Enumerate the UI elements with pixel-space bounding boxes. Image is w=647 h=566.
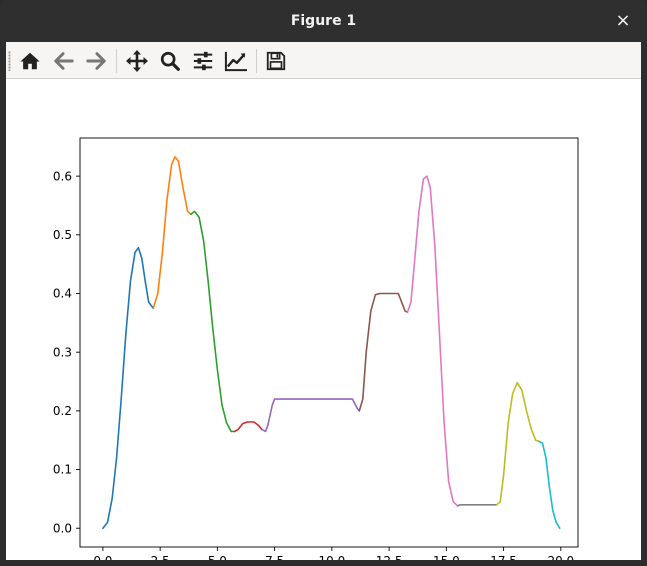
plot-area[interactable]: 0.0 2.5 5.0 7.5 10.0 12.5 15.0 17.5 20.0 0.0 0.1 0.… <box>6 79 641 566</box>
toolbar-separator <box>256 49 257 73</box>
edit-axis-icon <box>224 51 247 72</box>
figure-canvas-container: 0.0 2.5 5.0 7.5 10.0 12.5 15.0 17.5 20.0 0.0 0.1 0.… <box>6 42 641 566</box>
x-tick-label: 7.5 <box>265 554 284 560</box>
x-tick-label: 12.5 <box>376 554 403 560</box>
y-tick-label: 0.4 <box>53 287 72 301</box>
forward-arrow-icon <box>86 52 106 70</box>
series-line-2 <box>152 156 192 309</box>
series-line-9 <box>495 381 540 506</box>
toolbar-grip-handle[interactable] <box>8 51 11 71</box>
edit-axis-button[interactable] <box>222 47 250 75</box>
x-tick-label: 20.0 <box>547 554 574 560</box>
title-bar[interactable]: Figure 1 × <box>0 0 647 42</box>
series-line-6 <box>358 292 409 412</box>
figure-window: Figure 1 × 0.0 0.1 0.2 0.3 0.4 0.5 0.6 <box>0 0 647 566</box>
toolbar-separator <box>116 49 117 73</box>
save-button[interactable] <box>262 47 290 75</box>
x-tick-label: 0.0 <box>93 554 112 560</box>
y-tick-label: 0.5 <box>53 228 72 242</box>
navigation-toolbar <box>6 42 641 79</box>
zoom-icon <box>160 51 180 71</box>
x-tick-label: 5.0 <box>208 554 227 560</box>
zoom-button[interactable] <box>156 47 184 75</box>
series-line-1 <box>102 246 155 529</box>
pan-button[interactable] <box>123 47 151 75</box>
series-line-10 <box>538 440 561 529</box>
pan-icon <box>126 50 148 72</box>
y-tick-label: 0.1 <box>53 463 72 477</box>
y-tick-label: 0.6 <box>53 169 72 183</box>
close-icon: × <box>615 10 631 31</box>
home-button[interactable] <box>16 47 44 75</box>
x-tick-label: 17.5 <box>490 554 517 560</box>
forward-button[interactable] <box>82 47 110 75</box>
series-line-5 <box>261 398 361 433</box>
y-tick-label: 0.0 <box>53 521 72 535</box>
home-icon <box>20 52 40 70</box>
window-title: Figure 1 <box>290 13 357 29</box>
y-tick-label: 0.2 <box>53 404 72 418</box>
close-button[interactable]: × <box>613 11 633 31</box>
back-arrow-icon <box>54 52 74 70</box>
series-line-4 <box>233 421 263 433</box>
series-line-7 <box>406 175 459 507</box>
series-line-3 <box>190 210 236 433</box>
save-icon <box>266 51 286 71</box>
y-tick-label: 0.3 <box>53 345 72 359</box>
configure-subplots-icon <box>193 51 213 71</box>
x-tick-label: 10.0 <box>319 554 346 560</box>
x-tick-label: 15.0 <box>433 554 460 560</box>
axes-frame <box>79 137 579 548</box>
back-button[interactable] <box>50 47 78 75</box>
configure-subplots-button[interactable] <box>189 47 217 75</box>
x-tick-label: 2.5 <box>151 554 170 560</box>
line-chart[interactable]: 0.0 2.5 5.0 7.5 10.0 12.5 15.0 17.5 20.0 0.0 0.1 0.… <box>6 79 641 566</box>
series-line-8 <box>457 504 498 507</box>
